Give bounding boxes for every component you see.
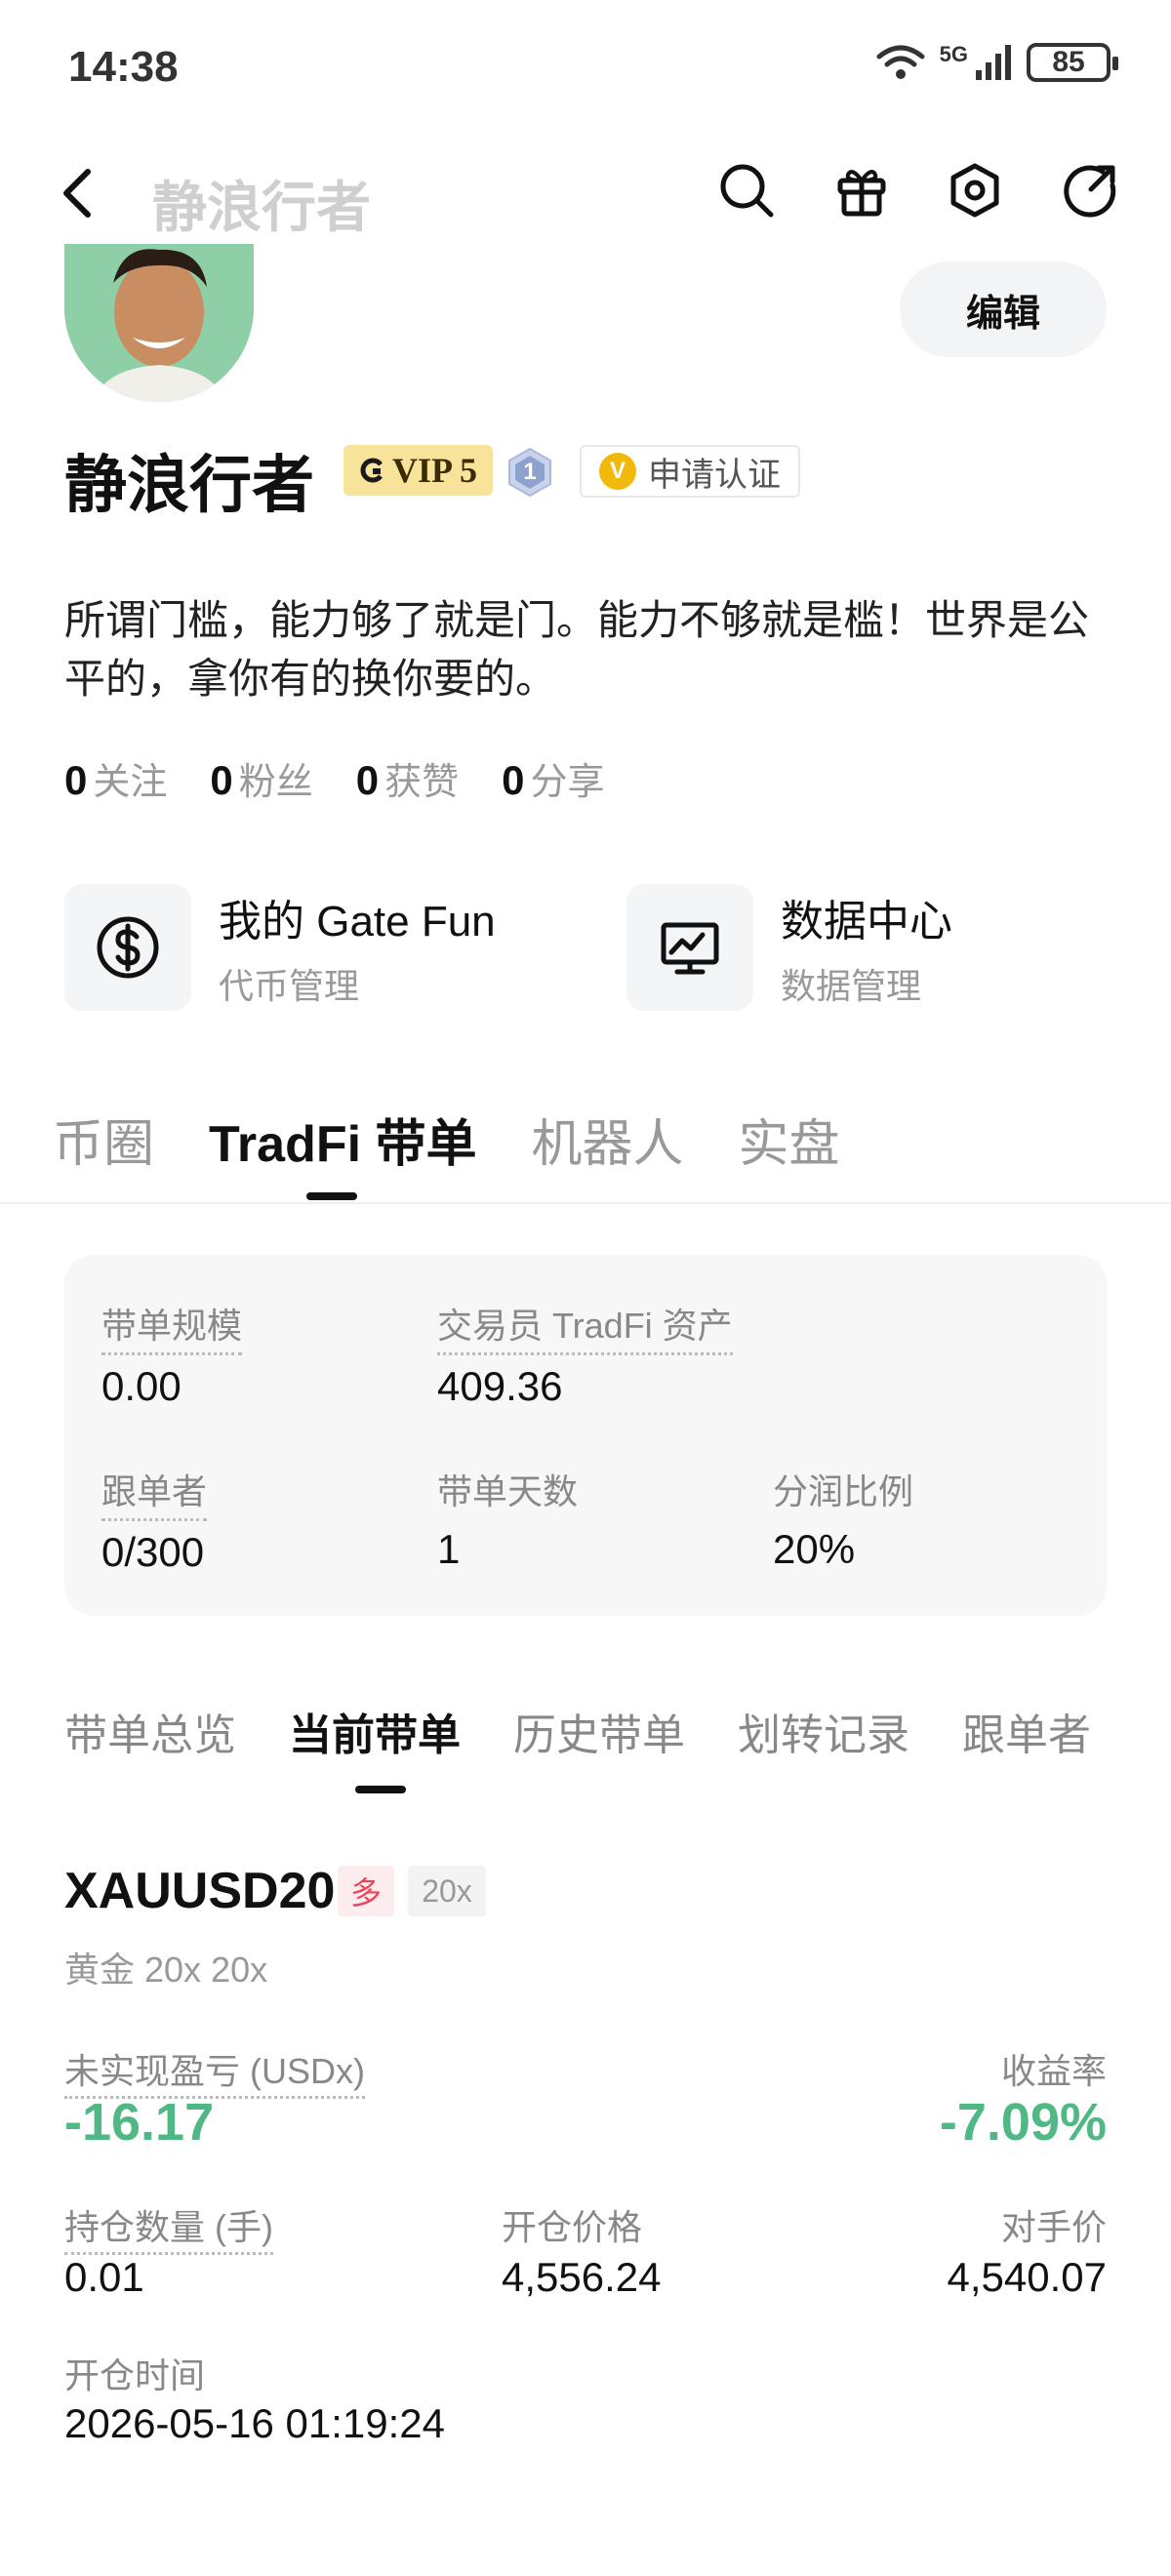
tab-history-orders[interactable]: 历史带单 [513,1700,685,1762]
stat-likes[interactable]: 0 获赞 [356,751,459,805]
stat-count: 0 [210,757,233,803]
search-icon [720,164,774,218]
stat-shares[interactable]: 0 分享 [502,751,604,805]
sub-tab-indicator [355,1786,406,1793]
main-tab-indicator [306,1192,357,1200]
counter-price-value: 4,540.07 [947,2254,1108,2300]
wifi-icon [876,45,925,79]
apply-verification-button[interactable]: V 申请认证 [580,445,800,498]
gift-icon [837,170,886,217]
profile-name: 静浪行者 [64,450,314,520]
stat-following[interactable]: 0 关注 [64,751,167,805]
overview-label[interactable]: 交易员 TradFi 资产 [437,1298,733,1355]
quick-link-title: 我的 Gate Fun [219,898,496,946]
stat-label: 粉丝 [238,762,313,803]
overview-value: 409.36 [437,1363,563,1409]
gate-fun-card[interactable]: 我的 Gate Fun 代币管理 [64,884,496,1011]
counter-price-label: 对手价 [1000,2207,1107,2247]
profile-stats: 0 关注 0 粉丝 0 获赞 0 分享 [64,751,605,805]
overview-value: 0/300 [101,1529,205,1575]
status-time: 14:38 [68,43,179,91]
overview-value: 0.00 [101,1363,182,1409]
overview-label: 分润比例 [773,1471,914,1511]
tabs-divider [0,1202,1171,1204]
quantity-value: 0.01 [64,2254,144,2300]
battery-icon: 85 [1027,43,1118,82]
overview-profit-share: 分润比例 20% [773,1464,913,1573]
overview-label[interactable]: 带单规模 [101,1298,243,1355]
network-type: 5G [939,42,968,66]
share-icon [1064,165,1116,218]
avatar-image [64,244,254,402]
chart-monitor-icon [626,884,753,1011]
roi-label: 收益率 [1000,2051,1107,2091]
stat-followers[interactable]: 0 粉丝 [210,751,312,805]
stat-label: 关注 [93,762,168,803]
verify-label: 申请认证 [648,456,781,494]
stat-count: 0 [355,757,380,803]
battery-level: 85 [1052,46,1085,78]
profile-bio: 所谓门槛，能力够了就是门。能力不够就是槛！世界是公平的，拿你有的换你要的。 [64,597,1090,702]
open-price-value: 4,556.24 [502,2254,662,2300]
main-tabs: 币圈 TradFi 带单 机器人 实盘 [53,1103,840,1176]
data-center-card[interactable]: 数据中心 数据管理 [626,884,952,1011]
tab-followers[interactable]: 跟单者 [962,1700,1091,1762]
position-subtitle: 黄金 20x 20x [64,1950,268,1990]
overview-assets: 交易员 TradFi 资产 409.36 [437,1298,733,1410]
level-badge[interactable]: 1 [505,447,554,498]
position-side-badge: 多 [338,1866,394,1916]
tab-overview[interactable]: 带单总览 [64,1700,236,1762]
quick-link-subtitle: 数据管理 [781,966,922,1006]
vip-badge[interactable]: VIP 5 [343,445,494,496]
gift-button[interactable] [828,156,896,224]
tab-live[interactable]: 实盘 [739,1103,840,1176]
quantity-label[interactable]: 持仓数量 (手) [64,2199,273,2255]
avatar[interactable] [64,244,254,402]
tab-transfer-records[interactable]: 划转记录 [738,1700,909,1762]
status-icons: 5G 85 [875,42,1118,82]
overview-days: 带单天数 1 [437,1464,578,1573]
overview-value: 20% [773,1526,856,1572]
overview-value: 1 [437,1526,461,1572]
share-button[interactable] [1056,156,1124,224]
header-title: 静浪行者 [152,177,371,238]
tab-current-orders[interactable]: 当前带单 [289,1700,461,1762]
open-price-label: 开仓价格 [502,2207,643,2247]
leverage-badge: 20x [408,1866,486,1916]
copy-trade-overview: 带单规模 0.00 交易员 TradFi 资产 409.36 跟单者 0/300… [64,1255,1107,1616]
quick-link-subtitle: 代币管理 [219,966,360,1006]
tab-crypto[interactable]: 币圈 [53,1103,154,1176]
overview-label[interactable]: 跟单者 [101,1464,208,1521]
verify-v-icon: V [599,453,636,490]
vip-logo-icon [360,458,383,483]
stat-label: 分享 [530,762,605,803]
tab-bots[interactable]: 机器人 [532,1103,684,1176]
open-time-value: 2026-05-16 01:19:24 [64,2400,445,2446]
stat-count: 0 [502,757,525,803]
quick-link-title: 数据中心 [781,898,952,946]
roi-value: -7.09% [939,2093,1107,2152]
pnl-label[interactable]: 未实现盈亏 (USDx) [64,2043,365,2099]
edit-profile-button[interactable]: 编辑 [900,262,1107,357]
vip-label: VIP 5 [392,451,478,490]
stat-count: 0 [64,757,88,803]
search-button[interactable] [712,156,781,224]
gear-icon [950,163,999,218]
open-time-label: 开仓时间 [64,2355,206,2395]
chevron-left-icon [63,169,91,218]
signal-icon [976,45,1011,80]
stat-label: 获赞 [384,762,460,803]
overview-label: 带单天数 [437,1471,579,1511]
settings-button[interactable] [941,156,1009,224]
level-value: 1 [523,459,537,485]
overview-followers: 跟单者 0/300 [101,1464,208,1576]
dollar-icon [64,884,191,1011]
sub-tabs: 带单总览 当前带单 历史带单 划转记录 跟单者 [64,1700,1091,1762]
pnl-value: -16.17 [64,2093,215,2152]
back-button[interactable] [59,166,98,225]
tab-tradfi-copy[interactable]: TradFi 带单 [209,1103,476,1176]
overview-scale: 带单规模 0.00 [101,1298,243,1410]
position-symbol[interactable]: XAUUSD20 [64,1862,335,1920]
